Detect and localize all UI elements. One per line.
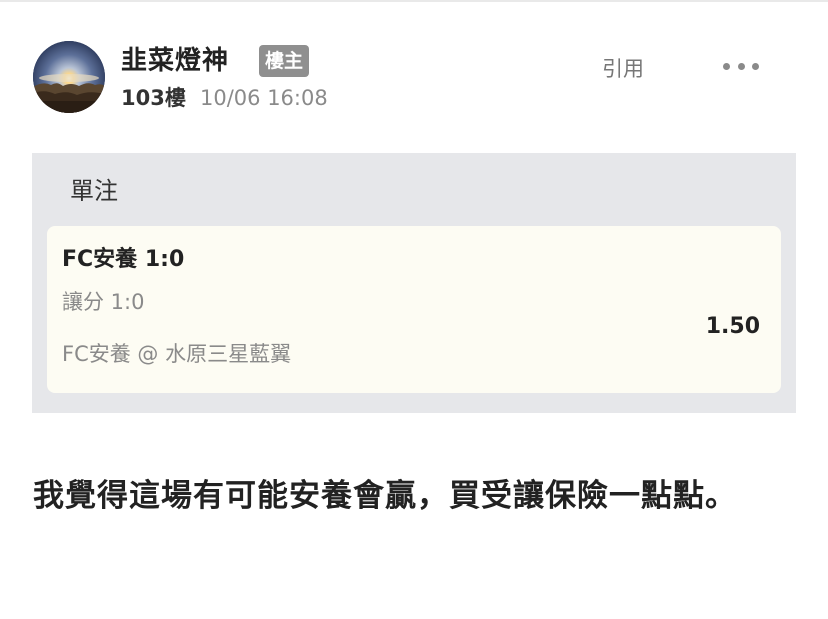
- bet-odds: 1.50: [705, 314, 760, 339]
- avatar[interactable]: [33, 41, 105, 113]
- bet-slip[interactable]: FC安養 1:0 讓分 1:0 FC安養 @ 水原三星藍翼 1.50: [47, 226, 781, 393]
- post-page: 韭菜燈神 樓主 103樓 10/06 16:08 引用 單注 FC安養 1:0 …: [0, 0, 828, 619]
- more-horizontal-icon: [723, 62, 730, 70]
- post-timestamp: 10/06 16:08: [200, 86, 328, 110]
- post-header: 韭菜燈神 樓主 103樓 10/06 16:08 引用: [0, 0, 828, 130]
- bet-match: FC安養 @ 水原三星藍翼: [62, 342, 292, 366]
- bet-type-label: 單注: [70, 177, 118, 205]
- author-name[interactable]: 韭菜燈神: [121, 44, 229, 78]
- more-options-button[interactable]: [723, 54, 759, 78]
- floor-number: 103樓: [121, 86, 186, 110]
- bet-market: 讓分 1:0: [62, 290, 145, 314]
- bet-card: 單注 FC安養 1:0 讓分 1:0 FC安養 @ 水原三星藍翼 1.50: [32, 153, 796, 413]
- post-body-text: 我覺得這場有可能安養會贏，買受讓保險一點點。: [33, 478, 737, 514]
- bet-selection: FC安養 1:0: [62, 247, 185, 272]
- sunrise-landscape-avatar-icon: [33, 41, 105, 113]
- quote-button[interactable]: 引用: [602, 55, 644, 83]
- op-badge: 樓主: [259, 45, 310, 77]
- more-horizontal-icon-dot: [737, 62, 745, 70]
- more-horizontal-icon-dot: [752, 62, 759, 70]
